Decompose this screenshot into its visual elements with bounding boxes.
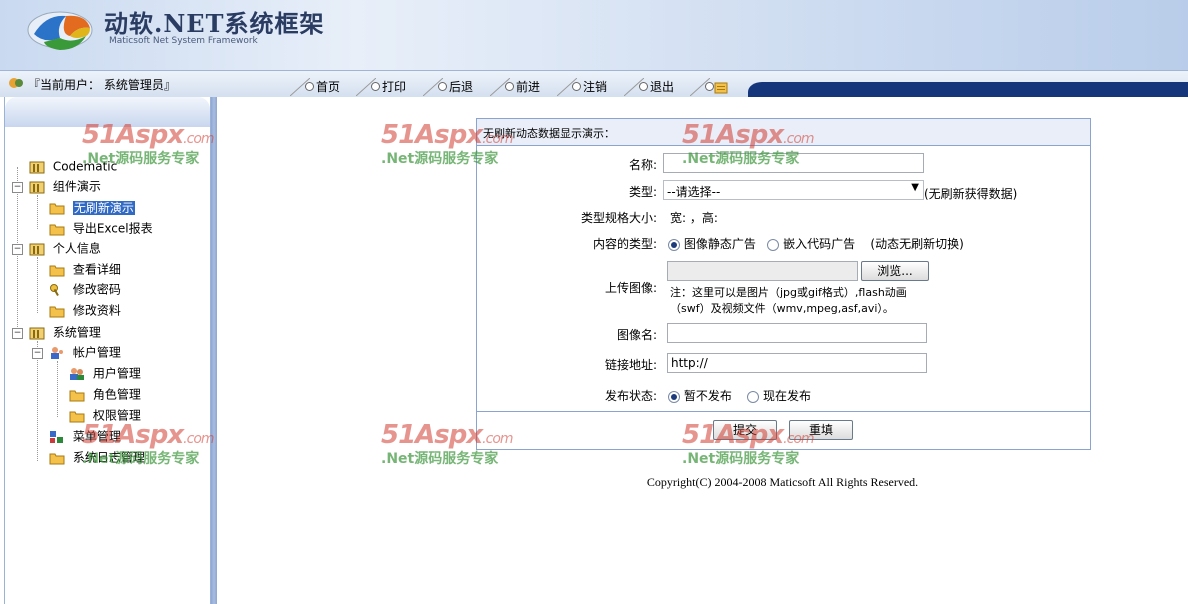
tree-node-permission-admin[interactable]: 权限管理 [69, 406, 141, 424]
radio-image-ad-label: 图像静态广告 [683, 237, 756, 251]
folder-icon [49, 453, 65, 464]
submit-button[interactable]: 提交 [713, 420, 777, 440]
browse-button[interactable]: 浏览... [861, 261, 929, 281]
tree-node-system-admin[interactable]: 系统管理 [29, 323, 101, 341]
users-icon [51, 346, 63, 359]
maticsoft-logo-icon [27, 11, 93, 50]
link-input[interactable]: http:// [667, 353, 927, 373]
sidebar-splitter[interactable] [211, 97, 217, 604]
image-name-label: 图像名: [616, 328, 657, 342]
nav-bar: 『当前用户： 系统管理员』 首页 打印 后退 前进 注销 退出 [0, 70, 1188, 97]
folder-icon [49, 265, 65, 276]
link-label: 链接地址: [604, 358, 657, 372]
form-title: 无刷新动态数据显示演示： [483, 127, 615, 140]
dropdown-arrow-icon: ▼ [911, 182, 919, 193]
folder-icon [49, 224, 65, 235]
nav-folder-bullet-icon [705, 82, 714, 91]
folder-icon [714, 82, 728, 94]
sidebar-tree-panel: Codematic − 组件演示 无刷新演示 导出Excel报表 − 个人信息 … [4, 97, 211, 604]
nav-folder-link[interactable] [690, 78, 728, 96]
tree-collapse-toggle[interactable]: − [12, 182, 23, 193]
name-input[interactable] [663, 153, 924, 173]
nav-exit-link[interactable]: 退出 [624, 78, 674, 96]
folder-icon [49, 203, 65, 214]
nav-home-link[interactable]: 首页 [290, 78, 340, 96]
radio-not-publish-label: 暂不发布 [683, 389, 732, 403]
tree-node-components[interactable]: 组件演示 [29, 177, 101, 195]
upload-note-line2: （swf）及视频文件（wmv,mpeg,asf,avi）。 [670, 302, 894, 315]
image-name-input[interactable] [667, 323, 927, 343]
nav-forward-link[interactable]: 前进 [490, 78, 540, 96]
tree-node-personal-info[interactable]: 个人信息 [29, 239, 101, 257]
menu-tree-icon [50, 430, 63, 443]
folder-icon [69, 411, 85, 422]
sidebar-header [5, 97, 210, 127]
tree-node-role-admin[interactable]: 角色管理 [69, 385, 141, 403]
book-icon [29, 243, 45, 255]
current-user-label: 『当前用户： 系统管理员』 [28, 78, 176, 92]
nav-bar-accent [748, 82, 1188, 97]
nav-forward-icon [505, 82, 514, 91]
upload-note-line1: 注：这里可以是图片（jpg或gif格式）,flash动画 [670, 286, 907, 299]
upload-label: 上传图像: [604, 281, 657, 295]
nav-logout-icon [572, 82, 581, 91]
tree-node-user-admin[interactable]: 用户管理 [69, 364, 141, 382]
publish-label: 发布状态: [604, 389, 657, 403]
nav-back-icon [438, 82, 447, 91]
content-type-note: (动态无刷新切换) [870, 237, 964, 251]
tree-collapse-toggle[interactable]: − [12, 328, 23, 339]
type-label: 类型: [628, 185, 657, 199]
form-header: 无刷新动态数据显示演示： [477, 119, 1090, 146]
upload-note: 注：这里可以是图片（jpg或gif格式）,flash动画 （swf）及视频文件（… [670, 285, 907, 317]
reset-button[interactable]: 重填 [789, 420, 853, 440]
nav-print-link[interactable]: 打印 [356, 78, 406, 96]
nav-back-link[interactable]: 后退 [423, 78, 473, 96]
folder-icon [49, 306, 65, 317]
key-icon [50, 283, 59, 296]
radio-embed-ad[interactable] [767, 238, 780, 251]
copyright-footer: Copyright(C) 2004-2008 Maticsoft All Rig… [646, 475, 919, 489]
nav-exit-icon [639, 82, 648, 91]
tree-node-account-admin[interactable]: 帐户管理 [49, 343, 121, 361]
user-icon [9, 78, 23, 88]
radio-embed-ad-label: 嵌入代码广告 [783, 237, 856, 251]
form-footer-divider [477, 411, 1090, 412]
tree-node-export-excel[interactable]: 导出Excel报表 [49, 219, 153, 237]
radio-publish-now-label: 现在发布 [762, 389, 811, 403]
type-select[interactable]: --请选择-- ▼ [663, 180, 924, 200]
nav-logout-link[interactable]: 注销 [557, 78, 607, 96]
radio-publish-now[interactable] [747, 390, 760, 403]
ajax-demo-form: 无刷新动态数据显示演示： 名称: 类型: --请选择-- ▼ (无刷新获得数据)… [476, 118, 1091, 450]
brand-title: 动软.NET系统框架 [104, 9, 325, 38]
tree-node-edit-profile[interactable]: 修改资料 [49, 301, 121, 319]
upload-path-input[interactable] [667, 261, 858, 281]
book-icon [29, 327, 45, 339]
nav-home-icon [305, 82, 314, 91]
book-icon [29, 161, 45, 173]
publish-radios: 暂不发布 现在发布 [668, 387, 811, 404]
folder-icon [69, 390, 85, 401]
tree-node-menu-admin[interactable]: 菜单管理 [49, 427, 121, 445]
type-note: (无刷新获得数据) [924, 187, 1018, 201]
type-select-value: --请选择-- [667, 185, 721, 199]
tree-node-change-password[interactable]: 修改密码 [49, 280, 121, 298]
app-header: 动软.NET系统框架 Maticsoft Net System Framewor… [0, 0, 1188, 70]
content-type-label: 内容的类型: [592, 237, 657, 251]
tree-node-codematic[interactable]: Codematic [29, 157, 117, 175]
size-value: 宽: ，高: [670, 211, 718, 225]
name-label: 名称: [628, 158, 657, 172]
nav-print-icon [371, 82, 380, 91]
size-label: 类型规格大小: [580, 211, 657, 225]
tree-node-system-log[interactable]: 系统日志管理 [49, 448, 145, 466]
brand-subtitle: Maticsoft Net System Framework [109, 36, 258, 46]
tree-collapse-toggle[interactable]: − [12, 244, 23, 255]
radio-not-publish[interactable] [668, 390, 680, 403]
radio-image-ad[interactable] [668, 238, 680, 251]
content-type-radios: 图像静态广告 嵌入代码广告 (动态无刷新切换) [668, 235, 964, 252]
tree-collapse-toggle[interactable]: − [32, 348, 43, 359]
book-icon [29, 181, 45, 193]
tree-node-ajax-demo[interactable]: 无刷新演示 [49, 198, 135, 216]
people-icon [70, 367, 84, 380]
tree-node-view-details[interactable]: 查看详细 [49, 260, 121, 278]
